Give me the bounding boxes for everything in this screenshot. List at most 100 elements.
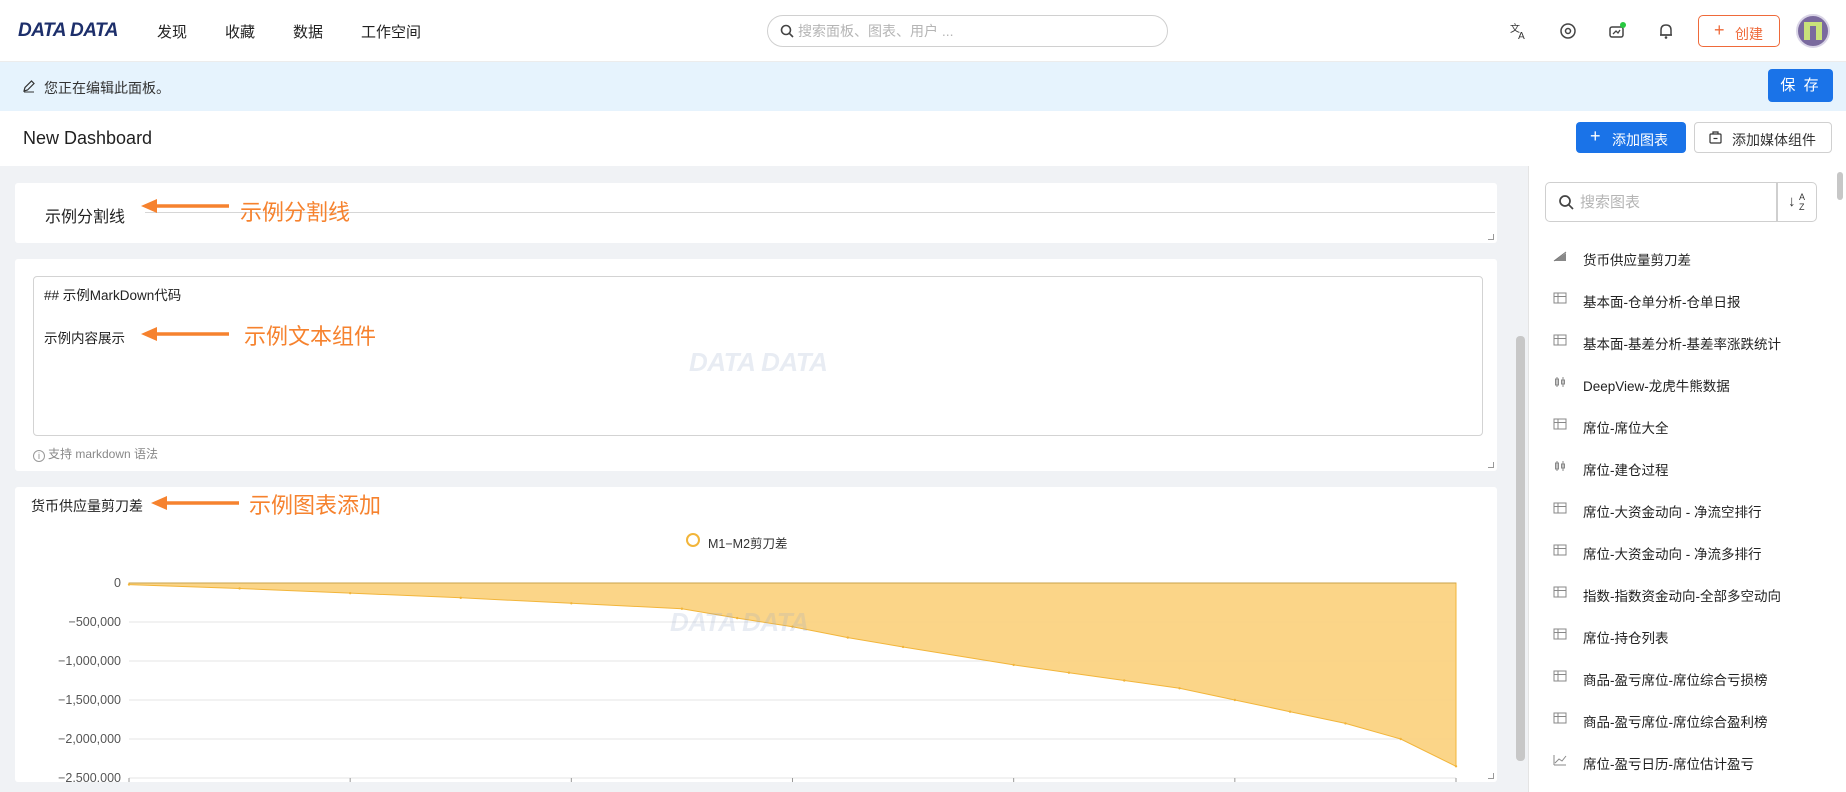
- chart-search[interactable]: [1545, 182, 1777, 222]
- chart-list-panel: ↓ AZ 货币供应量剪刀差基本面-仓单分析-仓单日报基本面-基差分析-基差率涨跌…: [1528, 166, 1846, 792]
- resize-handle[interactable]: [1488, 773, 1494, 779]
- table-icon: [1553, 292, 1567, 304]
- chart-list-item-label: 指数-指数资金动向-全部多空动向: [1583, 589, 1781, 604]
- dashboard-canvas: 示例分割线 示例分割线 ## 示例MarkDown代码 示例内容展示 示例文本组…: [0, 166, 1528, 792]
- candlestick-icon: [1555, 461, 1565, 471]
- data-point: [1012, 663, 1015, 667]
- chart-list-item-label: 席位-建仓过程: [1583, 463, 1669, 478]
- chart-list-item[interactable]: 货币供应量剪刀差: [1553, 246, 1833, 270]
- chart-list-item[interactable]: 席位-盈亏日历-席位估计盈亏: [1553, 750, 1833, 774]
- resize-handle[interactable]: [1488, 462, 1494, 468]
- y-tick-label: −1,500,000: [58, 693, 121, 707]
- chart-list-item-label: 商品-盈亏席位-席位综合盈利榜: [1583, 715, 1768, 730]
- user-avatar[interactable]: [1796, 14, 1830, 48]
- data-point: [459, 596, 462, 600]
- data-point: [1123, 679, 1126, 682]
- nav-discover[interactable]: 发现: [157, 21, 187, 42]
- table-icon: [1553, 712, 1567, 724]
- chart-list-item-label: 席位-大资金动向 - 净流空排行: [1583, 505, 1762, 520]
- chart-list-item[interactable]: DeepView-龙虎牛熊数据: [1553, 372, 1833, 396]
- annotation-arrow-icon: [141, 199, 229, 213]
- markdown-editor[interactable]: ## 示例MarkDown代码 示例内容展示 示例文本组件 DATA DATA: [33, 276, 1483, 436]
- global-search[interactable]: [767, 15, 1168, 47]
- nav-workspace[interactable]: 工作空间: [361, 21, 421, 42]
- chart-list-item[interactable]: 商品-盈亏席位-席位综合亏损榜: [1553, 666, 1833, 690]
- resize-handle[interactable]: [1488, 234, 1494, 240]
- nav-data[interactable]: 数据: [293, 21, 323, 42]
- global-search-input[interactable]: [798, 16, 1158, 46]
- canvas-scrollbar[interactable]: [1516, 336, 1525, 761]
- save-button[interactable]: 保 存: [1768, 69, 1833, 102]
- nav-favorites[interactable]: 收藏: [225, 21, 255, 42]
- sort-az-icon: AZ: [1799, 192, 1806, 212]
- logo[interactable]: DATA DATA: [18, 20, 118, 42]
- chart-list-item[interactable]: 指数-指数资金动向-全部多空动向: [1553, 582, 1833, 606]
- chart-list-item-label: 席位-大资金动向 - 净流多排行: [1583, 547, 1762, 562]
- markdown-annotation: 示例文本组件: [244, 325, 377, 350]
- data-point: [238, 587, 241, 590]
- chart-list-item[interactable]: 席位-建仓过程: [1553, 456, 1833, 480]
- search-icon: [1559, 195, 1574, 210]
- divider-title: 示例分割线: [45, 209, 126, 226]
- data-point: [1233, 698, 1237, 702]
- markdown-hint: i 支持 markdown 语法: [33, 445, 158, 462]
- bell-icon[interactable]: [1656, 21, 1676, 41]
- data-point: [348, 591, 352, 595]
- watermark: DATA DATA: [670, 607, 809, 637]
- data-point: [846, 636, 849, 639]
- chart-list-item[interactable]: 席位-大资金动向 - 净流多排行: [1553, 540, 1833, 564]
- markdown-line-heading: ## 示例MarkDown代码: [44, 288, 182, 303]
- y-tick-label: −1,000,000: [58, 654, 121, 668]
- divider-card[interactable]: 示例分割线 示例分割线: [15, 183, 1497, 243]
- data-point: [127, 583, 131, 586]
- chart-list-item-label: 商品-盈亏席位-席位综合亏损榜: [1583, 673, 1768, 688]
- chart-list-item[interactable]: 商品-盈亏席位-席位综合盈利榜: [1553, 708, 1833, 732]
- chart-list-item-label: 基本面-基差分析-基差率涨跌统计: [1583, 337, 1781, 352]
- sort-az-button[interactable]: ↓ AZ: [1777, 182, 1817, 222]
- dashboard-title[interactable]: New Dashboard: [23, 128, 152, 149]
- add-chart-button[interactable]: + 添加图表: [1576, 122, 1686, 153]
- add-chart-label: 添加图表: [1612, 132, 1668, 148]
- markdown-line-content: 示例内容展示: [44, 331, 125, 346]
- table-icon: [1553, 502, 1567, 514]
- y-tick-label: −500,000: [69, 615, 122, 629]
- y-tick-label: −2,000,000: [58, 732, 121, 746]
- search-icon: [780, 24, 794, 38]
- data-point: [1399, 737, 1402, 741]
- chart-list-item[interactable]: 基本面-基差分析-基差率涨跌统计: [1553, 330, 1833, 354]
- info-icon: i: [33, 450, 45, 462]
- dashboard-gauge-icon[interactable]: [1607, 21, 1627, 41]
- data-point: [1288, 710, 1292, 713]
- table-icon: [1553, 544, 1567, 556]
- sort-arrow-icon: ↓: [1788, 193, 1796, 210]
- add-media-button[interactable]: 添加媒体组件: [1694, 122, 1832, 153]
- settings-icon[interactable]: [1558, 21, 1578, 41]
- dashboard-header: New Dashboard + 添加图表 添加媒体组件: [0, 111, 1846, 166]
- data-point: [570, 602, 573, 605]
- panel-scrollbar[interactable]: [1837, 172, 1843, 200]
- chart-list-item[interactable]: 席位-持仓列表: [1553, 624, 1833, 648]
- chart-list-item[interactable]: 基本面-仓单分析-仓单日报: [1553, 288, 1833, 312]
- create-button[interactable]: + 创建: [1698, 15, 1780, 47]
- data-point: [1454, 765, 1458, 768]
- chart-list-item[interactable]: 席位-席位大全: [1553, 414, 1833, 438]
- chart-search-input[interactable]: [1580, 183, 1770, 221]
- table-icon: [1553, 418, 1567, 430]
- markdown-card[interactable]: ## 示例MarkDown代码 示例内容展示 示例文本组件 DATA DATA …: [15, 259, 1497, 471]
- chart-list-item[interactable]: 席位-大资金动向 - 净流空排行: [1553, 498, 1833, 522]
- data-point: [1067, 671, 1071, 674]
- area-chart-icon: [1553, 251, 1567, 262]
- watermark: DATA DATA: [689, 347, 828, 377]
- chart-list-item-label: 席位-席位大全: [1583, 421, 1669, 436]
- divider-annotation: 示例分割线: [240, 201, 351, 226]
- translate-icon[interactable]: 文A: [1509, 21, 1529, 41]
- plus-icon: +: [1590, 126, 1601, 146]
- annotation-arrow-icon: [141, 327, 229, 341]
- chart-list-item-label: 货币供应量剪刀差: [1583, 253, 1691, 268]
- table-icon: [1553, 670, 1567, 682]
- chart-card[interactable]: 货币供应量剪刀差 示例图表添加 M1−M2剪刀差 0 −500,000 −1,000…: [15, 487, 1497, 782]
- y-tick-label: 0: [114, 576, 121, 590]
- y-tick-label: −2,500,000: [58, 771, 121, 782]
- chart-list-item-label: 基本面-仓单分析-仓单日报: [1583, 295, 1741, 310]
- chart-list-item-label: 席位-持仓列表: [1583, 631, 1669, 646]
